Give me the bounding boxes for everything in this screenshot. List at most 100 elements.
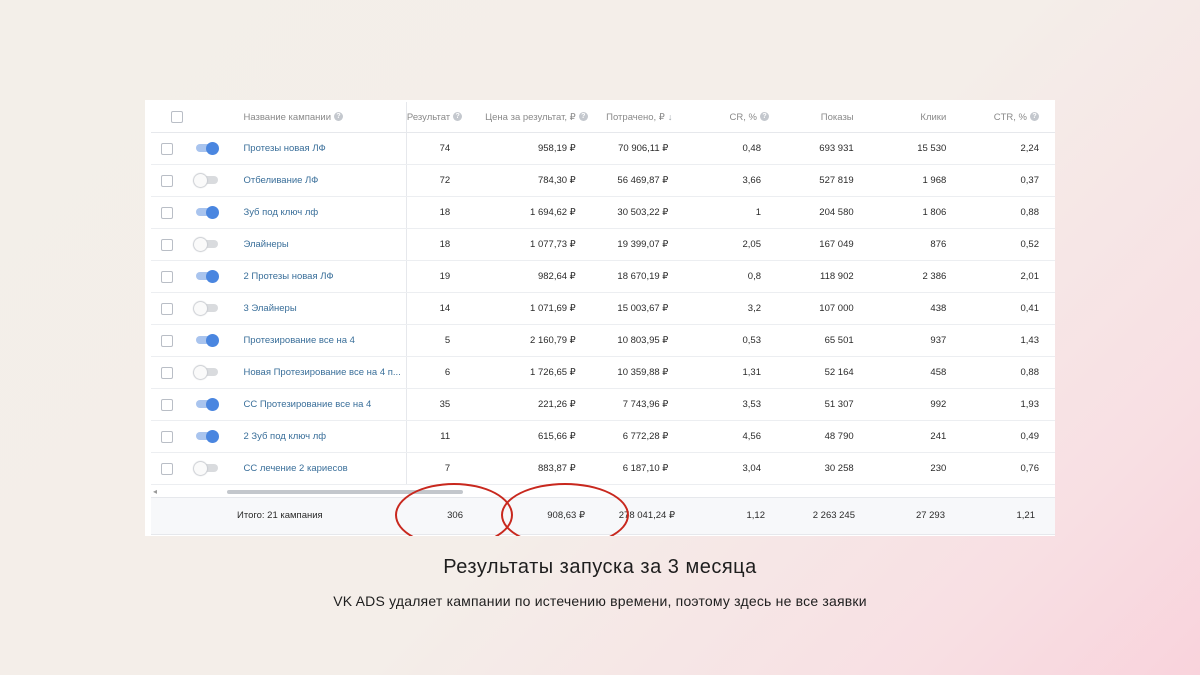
row-toggle-cell xyxy=(192,260,238,293)
result-cell: 11 xyxy=(406,420,473,453)
campaign-name-cell: Элайнеры xyxy=(237,228,407,261)
price-cell: 1 694,62 ₽ xyxy=(472,196,598,229)
table-row[interactable]: Зуб под ключ лф 18 1 694,62 ₽30 503,22 ₽1 2… xyxy=(151,196,1055,229)
result-cell: 14 xyxy=(406,292,473,325)
campaign-status-toggle[interactable] xyxy=(196,205,220,219)
table-row[interactable]: 2 Зуб под ключ лф 11 615,66 ₽6 772,28 ₽4,5… xyxy=(151,420,1055,453)
clicks-cell: 992 xyxy=(875,388,969,421)
scroll-left-arrow-icon[interactable]: ◂ xyxy=(153,488,157,496)
cr-cell: 3,53 xyxy=(690,388,783,421)
header-result[interactable]: Результат? xyxy=(406,102,473,133)
campaign-name-link[interactable]: Зуб под ключ лф xyxy=(243,207,318,218)
row-checkbox[interactable] xyxy=(161,398,173,411)
cr-cell: 2,05 xyxy=(690,228,783,261)
campaign-name-link[interactable]: Протезирование все на 4 xyxy=(243,335,355,346)
campaign-status-toggle[interactable] xyxy=(194,237,219,251)
campaign-name-link[interactable]: Отбеливание ЛФ xyxy=(243,175,318,186)
row-checkbox[interactable] xyxy=(161,366,173,379)
help-icon[interactable]: ? xyxy=(453,112,463,122)
sort-down-icon[interactable]: ↓ xyxy=(668,112,673,122)
row-checkbox[interactable] xyxy=(161,174,173,187)
campaign-name-link[interactable]: 2 Зуб под ключ лф xyxy=(243,431,326,442)
row-checkbox[interactable] xyxy=(161,238,173,251)
clicks-cell: 876 xyxy=(875,228,969,261)
table-row[interactable]: 2 Протезы новая ЛФ 19 982,64 ₽18 670,19 ₽0… xyxy=(151,260,1055,293)
toggle-knob xyxy=(206,141,220,155)
help-icon[interactable]: ? xyxy=(334,112,344,122)
price-cell: 982,64 ₽ xyxy=(472,260,598,293)
table-row[interactable]: Отбеливание ЛФ 72 784,30 ₽56 469,87 ₽3,66 5… xyxy=(151,164,1055,197)
help-icon[interactable]: ? xyxy=(578,112,588,122)
help-icon[interactable]: ? xyxy=(1030,112,1039,122)
row-select-cell xyxy=(151,388,193,421)
clicks-cell: 937 xyxy=(875,324,969,357)
row-checkbox[interactable] xyxy=(161,270,173,283)
spent-cell: 19 399,07 ₽ xyxy=(597,228,691,261)
row-checkbox[interactable] xyxy=(161,430,173,443)
result-cell: 5 xyxy=(406,324,473,357)
table-row[interactable]: 3 Элайнеры 14 1 071,69 ₽15 003,67 ₽3,2 107 … xyxy=(151,292,1055,325)
impressions-cell: 51 307 xyxy=(783,388,876,421)
campaign-status-toggle[interactable] xyxy=(196,141,220,155)
campaign-name-cell: СС лечение 2 кариесов xyxy=(237,452,407,485)
campaign-name-cell: Новая Протезирование все на 4 п... xyxy=(237,356,407,389)
select-all-checkbox[interactable] xyxy=(170,111,183,123)
table-row[interactable]: Протезы новая ЛФ 74 958,19 ₽70 906,11 ₽0,4… xyxy=(151,132,1055,165)
ctr-cell: 2,01 xyxy=(968,260,1055,293)
spent-cell: 30 503,22 ₽ xyxy=(597,196,691,229)
impressions-cell: 527 819 xyxy=(783,164,876,197)
table-row[interactable]: Новая Протезирование все на 4 п... 6 1 726… xyxy=(151,356,1055,389)
select-all-cell xyxy=(151,102,193,133)
price-cell: 615,66 ₽ xyxy=(472,420,598,453)
clicks-cell: 2 386 xyxy=(875,260,969,293)
row-toggle-cell xyxy=(192,420,238,453)
header-spent[interactable]: Потрачено, ₽ ↓ xyxy=(597,102,691,133)
header-impressions[interactable]: Показы xyxy=(783,102,876,133)
campaign-name-link[interactable]: Новая Протезирование все на 4 п... xyxy=(243,367,400,378)
campaign-name-cell: Зуб под ключ лф xyxy=(237,196,407,229)
help-icon[interactable]: ? xyxy=(760,112,769,122)
campaign-name-link[interactable]: СС лечение 2 кариесов xyxy=(243,463,347,474)
row-checkbox[interactable] xyxy=(161,462,173,475)
campaign-name-cell: СС Протезирование все на 4 xyxy=(237,388,407,421)
header-clicks[interactable]: Клики xyxy=(875,102,969,133)
campaign-status-toggle[interactable] xyxy=(194,365,219,379)
spent-cell: 70 906,11 ₽ xyxy=(597,132,691,165)
campaign-status-toggle[interactable] xyxy=(194,301,219,315)
header-campaign-name[interactable]: Название кампании? xyxy=(237,102,407,133)
row-checkbox[interactable] xyxy=(161,206,173,219)
price-cell: 784,30 ₽ xyxy=(472,164,598,197)
header-cr[interactable]: CR, %? xyxy=(690,102,783,133)
table-row[interactable]: СС лечение 2 кариесов 7 883,87 ₽6 187,10 ₽… xyxy=(151,452,1055,485)
campaign-name-link[interactable]: СС Протезирование все на 4 xyxy=(243,399,371,410)
row-checkbox[interactable] xyxy=(161,142,173,155)
header-label: Цена за результат, ₽ xyxy=(485,111,576,123)
toggle-knob xyxy=(194,173,208,187)
row-checkbox[interactable] xyxy=(161,334,173,347)
row-checkbox[interactable] xyxy=(161,302,173,315)
spent-cell: 10 359,88 ₽ xyxy=(597,356,691,389)
toggle-knob xyxy=(206,269,220,283)
cr-cell: 0,53 xyxy=(690,324,783,357)
header-price[interactable]: Цена за результат, ₽? xyxy=(472,102,598,133)
table-row[interactable]: Элайнеры 18 1 077,73 ₽19 399,07 ₽2,05 167 0… xyxy=(151,228,1055,261)
campaign-status-toggle[interactable] xyxy=(196,397,220,411)
campaign-status-toggle[interactable] xyxy=(196,333,220,347)
campaign-status-toggle[interactable] xyxy=(194,461,219,475)
campaign-name-link[interactable]: Протезы новая ЛФ xyxy=(243,143,325,154)
result-cell: 19 xyxy=(406,260,473,293)
table-row[interactable]: Протезирование все на 4 52 160,79 ₽10 803… xyxy=(151,324,1055,357)
campaign-name-cell: Отбеливание ЛФ xyxy=(237,164,407,197)
toggle-knob xyxy=(194,301,208,315)
campaign-status-toggle[interactable] xyxy=(196,269,220,283)
campaign-status-toggle[interactable] xyxy=(194,173,219,187)
campaign-status-toggle[interactable] xyxy=(196,429,220,443)
price-cell: 883,87 ₽ xyxy=(472,452,598,485)
impressions-cell: 65 501 xyxy=(783,324,876,357)
campaign-name-link[interactable]: Элайнеры xyxy=(243,239,288,250)
price-cell: 1 071,69 ₽ xyxy=(472,292,598,325)
table-row[interactable]: СС Протезирование все на 4 35 221,26 ₽7 74… xyxy=(151,388,1055,421)
campaign-name-link[interactable]: 3 Элайнеры xyxy=(243,303,296,314)
header-ctr[interactable]: CTR, %? xyxy=(968,102,1055,133)
campaign-name-link[interactable]: 2 Протезы новая ЛФ xyxy=(243,271,333,282)
